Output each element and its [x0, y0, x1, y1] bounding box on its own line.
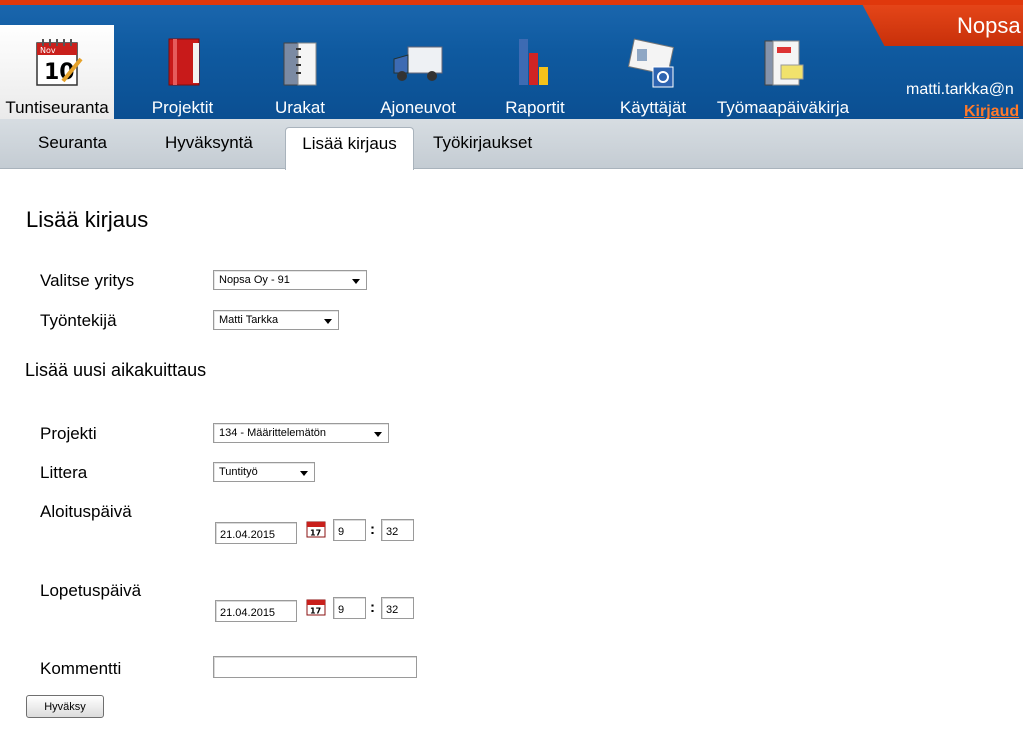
section-title: Lisää uusi aikakuittaus [25, 360, 207, 380]
comment-input[interactable] [213, 656, 417, 678]
employee-select-value: Matti Tarkka [219, 314, 279, 326]
time-separator: : [370, 599, 375, 616]
calendar-picker-icon[interactable]: 17 [306, 520, 326, 538]
calendar-day: 17 [310, 529, 321, 538]
nav-item-tuntiseuranta[interactable]: Nov 10 Tuntiseuranta [0, 25, 114, 119]
start-minute-input[interactable]: 32 [381, 519, 414, 541]
tab-tyokirjaukset[interactable]: Työkirjaukset [433, 127, 532, 169]
start-date-label: Aloituspäivä [40, 502, 132, 521]
nav-label: Ajoneuvot [380, 98, 456, 117]
end-date-input[interactable]: 21.04.2015 [215, 600, 297, 622]
tab-lisaa-kirjaus[interactable]: Lisää kirjaus [285, 127, 414, 170]
nav-item-projektit[interactable]: Projektit [135, 25, 230, 119]
svg-text:Nov: Nov [40, 46, 56, 55]
notebook-icon [764, 40, 804, 86]
employee-select[interactable]: Matti Tarkka [213, 310, 339, 330]
truck-icon [393, 46, 443, 81]
end-minute-input[interactable]: 32 [381, 597, 414, 619]
littera-select[interactable]: Tuntityö [213, 462, 315, 482]
nav-item-ajoneuvot[interactable]: Ajoneuvot [370, 25, 466, 119]
chevron-down-icon [374, 432, 382, 437]
littera-label: Littera [40, 463, 88, 482]
project-select[interactable]: 134 - Määrittelemätön [213, 423, 389, 443]
user-email: matti.tarkka@n [906, 81, 1014, 98]
nav-item-urakat[interactable]: Urakat [258, 25, 342, 119]
company-label: Valitse yritys [40, 271, 135, 290]
start-date-input[interactable]: 21.04.2015 [215, 522, 297, 544]
tab-hyvaksynta[interactable]: Hyväksyntä [165, 127, 253, 169]
nav-label: Tuntiseuranta [5, 98, 109, 117]
nav-label: Raportit [505, 98, 565, 117]
bar-chart-icon [519, 39, 548, 85]
red-folder-icon [168, 38, 199, 86]
top-banner: Nopsa matti.tarkka@n Kirjaud Nov 10 Tunt… [0, 0, 1023, 119]
binder-icon [283, 42, 317, 86]
nav-item-kayttajat[interactable]: Käyttäjät [610, 25, 696, 119]
project-label: Projekti [40, 424, 97, 443]
tab-seuranta[interactable]: Seuranta [38, 127, 107, 169]
nav-item-raportit[interactable]: Raportit [488, 25, 582, 119]
chevron-down-icon [300, 471, 308, 476]
nav-item-tyomaapaivakirja[interactable]: Työmaapäiväkirja [706, 25, 860, 119]
page-title: Lisää kirjaus [26, 207, 149, 232]
nav-label: Käyttäjät [619, 98, 687, 117]
employee-label: Työntekijä [40, 311, 117, 330]
nav-label: Urakat [274, 98, 326, 117]
calendar-icon: Nov 10 [36, 39, 83, 86]
nav-label: Työmaapäiväkirja [716, 98, 850, 117]
nav-label: Projektit [151, 98, 214, 117]
end-hour-input[interactable]: 9 [333, 597, 366, 619]
start-hour-input[interactable]: 9 [333, 519, 366, 541]
company-select-value: Nopsa Oy - 91 [219, 274, 290, 286]
calendar-picker-icon[interactable]: 17 [306, 598, 326, 616]
logout-link[interactable]: Kirjaud [964, 103, 1019, 119]
chevron-down-icon [324, 319, 332, 324]
calendar-day: 17 [310, 607, 321, 616]
end-date-label: Lopetuspäivä [40, 581, 142, 600]
submit-button[interactable]: Hyväksy [26, 695, 104, 718]
subtab-bar: Seuranta Hyväksyntä Lisää kirjaus Työkir… [0, 119, 1023, 170]
brand-name: Nopsa [957, 13, 1021, 38]
littera-select-value: Tuntityö [219, 466, 258, 478]
company-select[interactable]: Nopsa Oy - 91 [213, 270, 367, 290]
id-card-gear-icon [627, 38, 675, 88]
comment-label: Kommentti [40, 659, 122, 678]
chevron-down-icon [352, 279, 360, 284]
project-select-value: 134 - Määrittelemätön [219, 427, 326, 439]
time-separator: : [370, 521, 375, 538]
